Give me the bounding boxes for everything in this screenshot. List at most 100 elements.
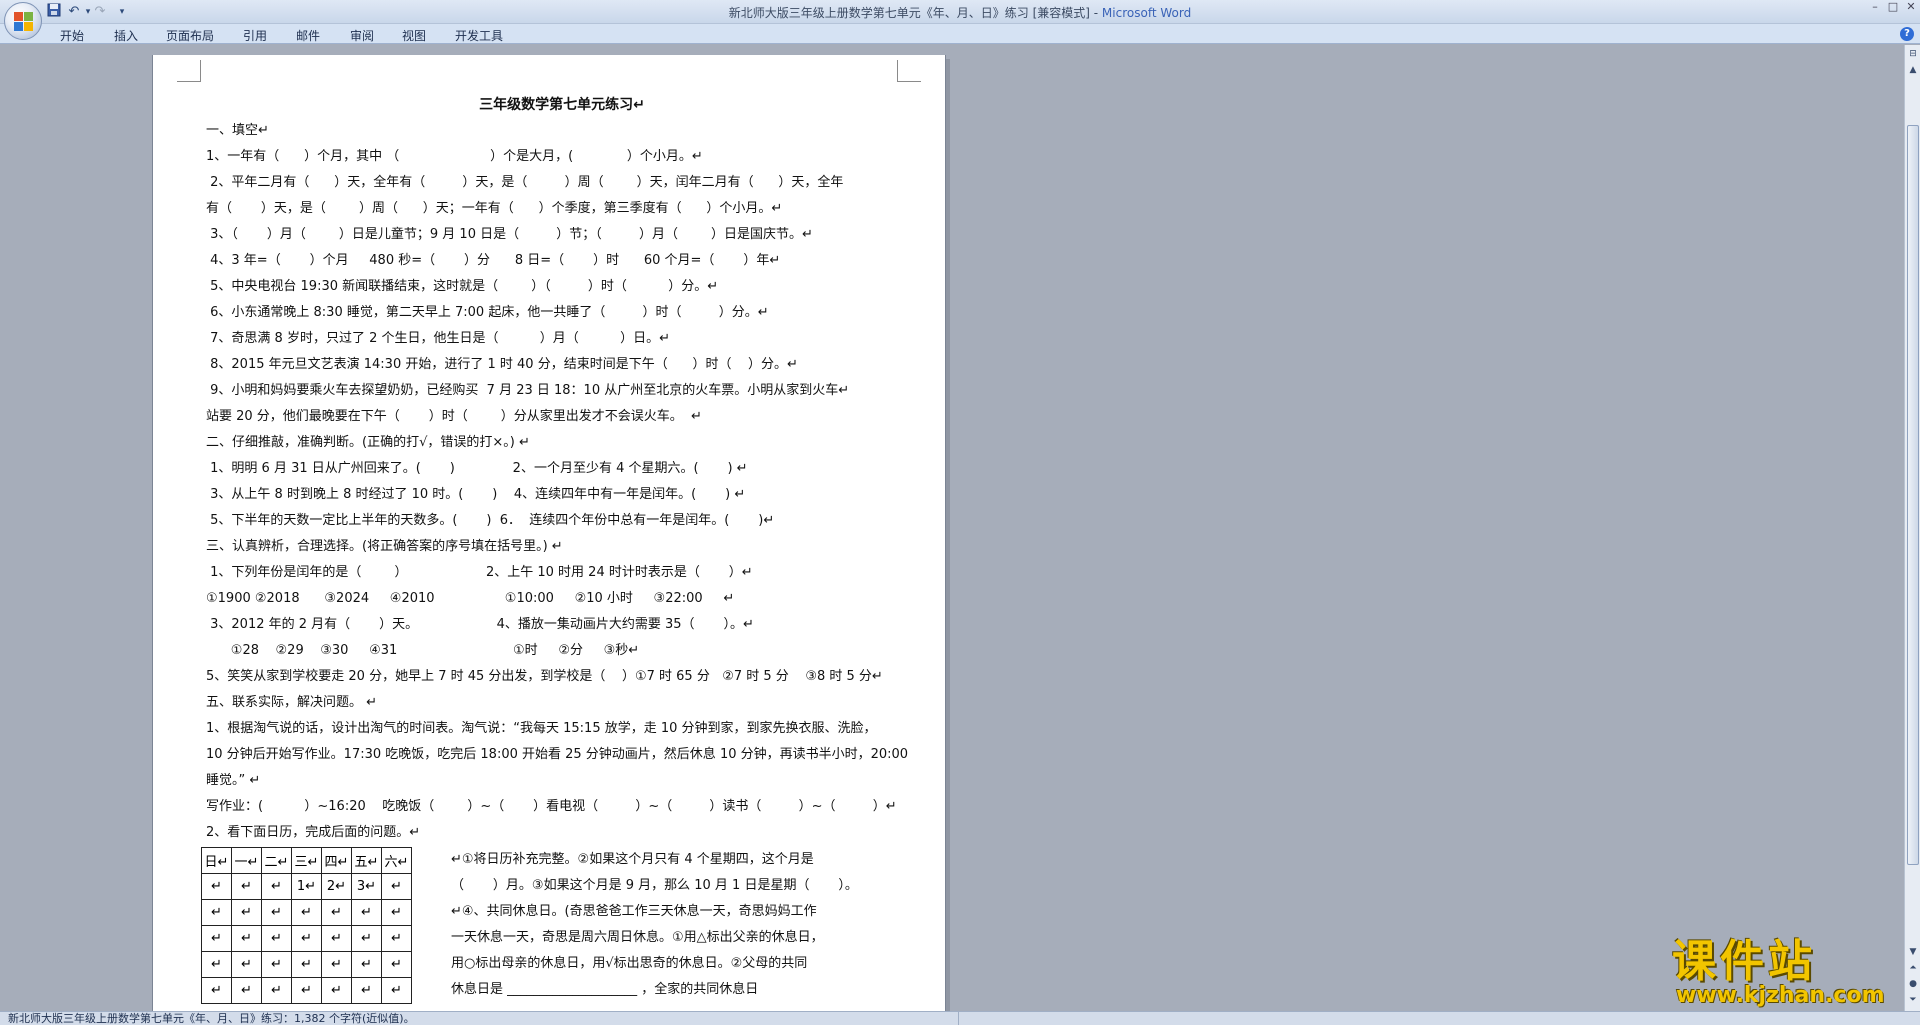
doc-line: ①28 ②29 ③30 ④31 ①时 ②分 ③秒↵ xyxy=(206,643,640,658)
calendar-cell[interactable]: 2↵ xyxy=(321,873,352,900)
document-name: 新北师大版三年级上册数学第七单元《年、月、日》练习 [兼容模式] - xyxy=(728,6,1102,20)
calendar-cell[interactable]: ↵ xyxy=(321,951,352,978)
calendar-cell[interactable]: ↵ xyxy=(351,977,382,1004)
calendar-table[interactable]: 日↵ 一↵ 二↵ 三↵ 四↵ 五↵ 六↵ ↵ ↵ ↵ 1↵ 2↵ 3↵ ↵ ↵ … xyxy=(201,847,412,1004)
doc-line: 站要 20 分，他们最晚要在下午（ ）时（ ）分从家里出发才不会误火车。 ↵ xyxy=(206,409,702,424)
doc-line: 5、笑笑从家到学校要走 20 分，她早上 7 时 45 分出发，到学校是（ ）①… xyxy=(206,669,883,684)
calendar-cell[interactable]: ↵ xyxy=(201,873,232,900)
calendar-cell[interactable]: ↵ xyxy=(291,925,322,952)
calendar-cell[interactable]: ↵ xyxy=(231,899,262,926)
calendar-cell[interactable]: ↵ xyxy=(381,873,412,900)
calendar-cell[interactable]: 1↵ xyxy=(291,873,322,900)
calendar-cell[interactable]: ↵ xyxy=(201,899,232,926)
doc-line: ↵④、共同休息日。(奇思爸爸工作三天休息一天，奇思妈妈工作 xyxy=(451,904,817,919)
office-button[interactable] xyxy=(4,2,42,40)
tab-insert[interactable]: 插入 xyxy=(114,27,138,44)
calendar-cell[interactable]: 六↵ xyxy=(381,847,412,874)
margin-corner-mark xyxy=(177,60,201,82)
calendar-cell[interactable]: ↵ xyxy=(201,951,232,978)
calendar-cell[interactable]: ↵ xyxy=(231,925,262,952)
calendar-cell[interactable]: ↵ xyxy=(321,977,352,1004)
app-name: Microsoft Word xyxy=(1101,6,1192,20)
calendar-cell[interactable]: 二↵ xyxy=(261,847,292,874)
calendar-cell[interactable]: ↵ xyxy=(381,925,412,952)
watermark-title: 课件站 xyxy=(1672,936,1816,987)
margin-corner-mark xyxy=(897,60,921,82)
status-text: 新北师大版三年级上册数学第七单元《年、月、日》练习：1,382 个字符(近似值)… xyxy=(8,1012,415,1025)
calendar-row: ↵ ↵ ↵ ↵ ↵ ↵ ↵ xyxy=(201,925,412,952)
calendar-header-row: 日↵ 一↵ 二↵ 三↵ 四↵ 五↵ 六↵ xyxy=(201,847,412,874)
previous-page-icon[interactable]: ⏶ xyxy=(1907,961,1919,975)
tab-view[interactable]: 视图 xyxy=(402,27,426,44)
doc-line: （ ）月。③如果这个月是 9 月，那么 10 月 1 日是星期（ ）。 xyxy=(451,878,858,893)
tab-mailings[interactable]: 邮件 xyxy=(296,27,320,44)
document-body[interactable]: 三年级数学第七单元练习↵ 一、填空↵ 1、一年有（ ）个月，其中 （ ）个是大月… xyxy=(206,92,918,846)
doc-line: 睡觉。” ↵ xyxy=(206,773,261,788)
calendar-cell[interactable]: 三↵ xyxy=(291,847,322,874)
calendar-cell[interactable]: 五↵ xyxy=(351,847,382,874)
help-icon[interactable]: ? xyxy=(1900,27,1914,41)
close-button[interactable]: ✕ xyxy=(1902,0,1920,16)
tab-review[interactable]: 审阅 xyxy=(350,27,374,44)
calendar-cell[interactable]: ↵ xyxy=(231,951,262,978)
tab-page-layout[interactable]: 页面布局 xyxy=(166,27,214,44)
watermark-url: www.kjzhan.com xyxy=(1676,983,1885,1008)
vertical-scrollbar[interactable]: ⊟ ▲ ▼ ⏶ ● ⏷ xyxy=(1904,45,1920,1011)
calendar-cell[interactable]: ↵ xyxy=(351,951,382,978)
scroll-up-icon[interactable]: ▲ xyxy=(1907,63,1919,77)
next-page-icon[interactable]: ⏷ xyxy=(1907,993,1919,1007)
select-browse-object-icon[interactable]: ● xyxy=(1907,977,1919,991)
calendar-cell[interactable]: ↵ xyxy=(321,925,352,952)
calendar-cell[interactable]: ↵ xyxy=(291,977,322,1004)
document-title: 三年级数学第七单元练习↵ xyxy=(479,97,645,113)
doc-line: 3、2012 年的 2 月有（ ）天。 4、播放一集动画片大约需要 35（ ）。… xyxy=(206,617,754,632)
calendar-cell[interactable]: 日↵ xyxy=(201,847,232,874)
tab-developer[interactable]: 开发工具 xyxy=(455,27,503,44)
ruler-toggle-icon[interactable]: ⊟ xyxy=(1907,47,1919,61)
calendar-cell[interactable]: ↵ xyxy=(381,899,412,926)
tab-references[interactable]: 引用 xyxy=(243,27,267,44)
calendar-cell[interactable]: ↵ xyxy=(261,899,292,926)
calendar-cell[interactable]: ↵ xyxy=(291,899,322,926)
scroll-down-icon[interactable]: ▼ xyxy=(1907,945,1919,959)
calendar-cell[interactable]: ↵ xyxy=(201,977,232,1004)
doc-line: 9、小明和妈妈要乘火车去探望奶奶，已经购买 7 月 23 日 18：10 从广州… xyxy=(206,383,850,398)
scroll-thumb[interactable] xyxy=(1907,125,1919,865)
doc-line: 三、认真辨析，合理选择。(将正确答案的序号填在括号里。) ↵ xyxy=(206,539,563,554)
calendar-cell[interactable]: ↵ xyxy=(351,925,382,952)
calendar-cell[interactable]: ↵ xyxy=(231,873,262,900)
calendar-cell[interactable]: ↵ xyxy=(261,873,292,900)
doc-line: 二、仔细推敲，准确判断。(正确的打√，错误的打×。) ↵ xyxy=(206,435,530,450)
watermark-logo: 课件站 www.kjzhan.com xyxy=(1666,925,1902,1015)
doc-line: 7、奇思满 8 岁时，只过了 2 个生日，他生日是（ ）月（ ）日。↵ xyxy=(206,331,671,346)
doc-line: 5、下半年的天数一定比上半年的天数多。( ) 6． 连续四个年份中总有一年是闰年… xyxy=(206,513,775,528)
calendar-cell[interactable]: 3↵ xyxy=(351,873,382,900)
tab-home[interactable]: 开始 xyxy=(60,27,84,44)
calendar-cell[interactable]: ↵ xyxy=(321,899,352,926)
calendar-cell[interactable]: ↵ xyxy=(381,977,412,1004)
calendar-questions[interactable]: ↵①将日历补充完整。②如果这个月只有 4 个星期四，这个月是 （ ）月。③如果这… xyxy=(451,847,871,1003)
calendar-cell[interactable]: 四↵ xyxy=(321,847,352,874)
calendar-cell[interactable]: 一↵ xyxy=(231,847,262,874)
doc-line: 休息日是 ____________________ ，全家的共同休息日 xyxy=(451,982,759,997)
doc-line: 5、中央电视台 19:30 新闻联播结束，这时就是（ ）（ ）时（ ）分。↵ xyxy=(206,279,719,294)
calendar-cell[interactable]: ↵ xyxy=(291,951,322,978)
title-bar: ↶ ▾ ↷ ▾ 新北师大版三年级上册数学第七单元《年、月、日》练习 [兼容模式]… xyxy=(0,0,1920,24)
calendar-cell[interactable]: ↵ xyxy=(201,925,232,952)
maximize-button[interactable]: □ xyxy=(1884,0,1902,16)
doc-line: ①1900 ②2018 ③2024 ④2010 ①10:00 ②10 小时 ③2… xyxy=(206,591,735,606)
calendar-cell[interactable]: ↵ xyxy=(261,951,292,978)
calendar-cell[interactable]: ↵ xyxy=(261,977,292,1004)
calendar-cell[interactable]: ↵ xyxy=(381,951,412,978)
doc-line: 1、根据淘气说的话，设计出淘气的时间表。淘气说：“我每天 15:15 放学，走 … xyxy=(206,721,877,736)
doc-line: 1、下列年份是闰年的是（ ） 2、上午 10 时用 24 时计时表示是（ ）↵ xyxy=(206,565,753,580)
calendar-cell[interactable]: ↵ xyxy=(261,925,292,952)
doc-line: 1、一年有（ ）个月，其中 （ ）个是大月，( ）个小月。↵ xyxy=(206,149,703,164)
doc-line: ↵①将日历补充完整。②如果这个月只有 4 个星期四，这个月是 xyxy=(451,852,814,867)
doc-line: 一天休息一天，奇思是周六周日休息。①用△标出父亲的休息日， xyxy=(451,930,824,945)
doc-line: 4、3 年=（ ）个月 480 秒=（ ）分 8 日=（ ）时 60 个月=（ … xyxy=(206,253,781,268)
calendar-cell[interactable]: ↵ xyxy=(231,977,262,1004)
minimize-button[interactable]: – xyxy=(1866,0,1884,16)
calendar-cell[interactable]: ↵ xyxy=(351,899,382,926)
document-page[interactable]: 三年级数学第七单元练习↵ 一、填空↵ 1、一年有（ ）个月，其中 （ ）个是大月… xyxy=(152,55,946,1011)
